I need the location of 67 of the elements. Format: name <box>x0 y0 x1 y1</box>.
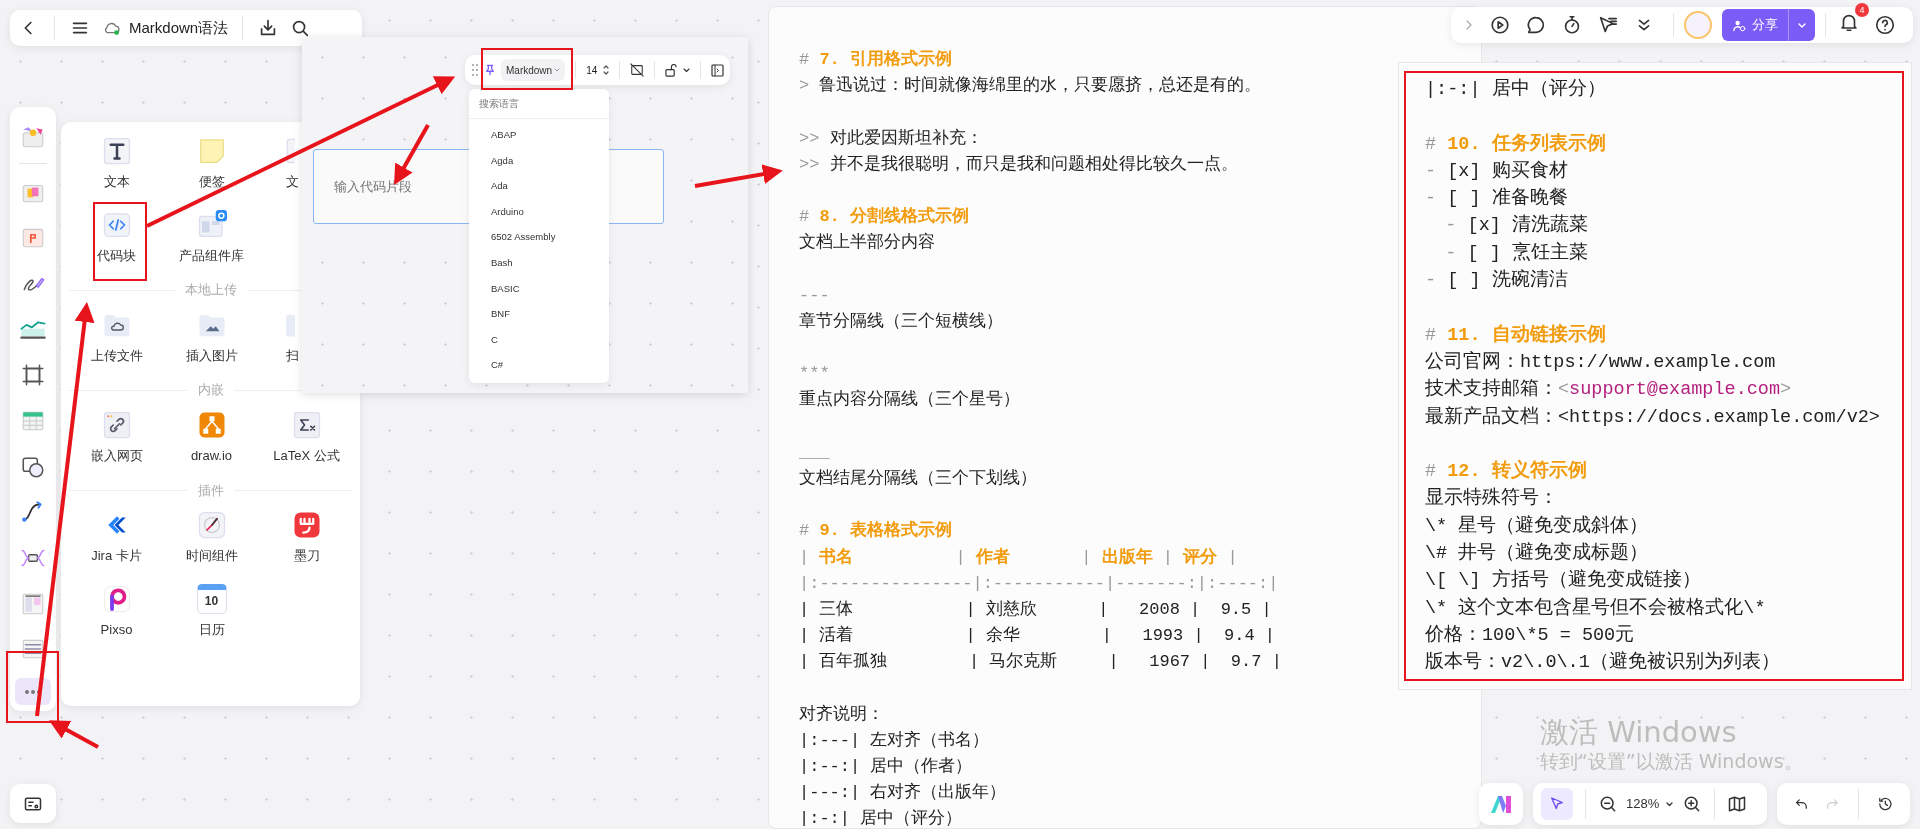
task-box-markup: [x] <box>1467 215 1501 237</box>
list-marker: - <box>1425 270 1437 292</box>
document-title: Markdown语法 <box>129 17 229 38</box>
quote-text: 对此爱因斯坦补充： <box>829 128 983 148</box>
task-box-markup: [ ] <box>1467 242 1501 264</box>
list-marker: - <box>1445 242 1457 264</box>
text-line: 对齐说明： <box>799 703 884 726</box>
task-text: 烹饪主菜 <box>1512 242 1588 264</box>
quote-text: 并不是我很聪明，而只是我和问题相处得比较久一点。 <box>829 154 1238 174</box>
text-line: 公司官网：https://www.example.com <box>1425 350 1776 375</box>
heading-marker: # <box>799 521 810 541</box>
text-line: |:--:| 居中（作者） <box>799 756 973 779</box>
list-marker: - <box>1445 215 1457 237</box>
text-line: 重点内容分隔线（三个星号） <box>799 388 1020 412</box>
heading-text: 12. 转义符示例 <box>1447 461 1587 483</box>
quote-text: 鲁迅说过：时间就像海绵里的水，只要愿挤，总还是有的。 <box>819 76 1262 96</box>
table-row-markup: | 三体 | 刘慈欣 | 2008 | 9.5 | <box>799 598 1272 621</box>
text-line: \# 井号（避免变成标题） <box>1425 541 1649 567</box>
task-box-markup: [ ] <box>1447 270 1481 292</box>
heading-marker: # <box>1425 461 1437 483</box>
task-box-markup: [x] <box>1447 160 1481 182</box>
task-text: 购买食材 <box>1491 160 1568 182</box>
heading-text: 9. 表格格式示例 <box>819 521 952 541</box>
heading-marker: # <box>1425 133 1437 155</box>
quote-marker: > <box>799 76 810 96</box>
list-marker: - <box>1425 188 1437 210</box>
text-line: 价格：100\*5 = 500元 <box>1425 623 1635 648</box>
list-marker: - <box>1425 160 1437 182</box>
heading-marker: # <box>799 50 810 69</box>
text-line: 版本号：v2\.0\.1（避免被识别为列表） <box>1425 650 1780 676</box>
text-line: \[ \] 方括号（避免变成链接） <box>1425 568 1701 594</box>
rule-markup: ___ <box>799 441 830 464</box>
table-row-markup: | 活着 | 余华 | 1993 | 9.4 | <box>799 624 1276 648</box>
table-separator-markup: |:---------------|:-----------|-------:|:----:| <box>799 572 1279 595</box>
heading-marker: # <box>1425 324 1437 346</box>
text-line: 文档上半部分内容 <box>799 231 935 255</box>
text-line: |---:| 右对齐（出版年） <box>799 781 1007 805</box>
text-line: \* 这个文本包含星号但不会被格式化\* <box>1425 596 1766 621</box>
text-line: |:-:| 居中（评分） <box>1425 77 1606 102</box>
text-line: |:---| 左对齐（书名） <box>799 729 990 752</box>
heading-text: 11. 自动链接示例 <box>1447 324 1606 346</box>
quote-marker: >> <box>799 128 820 148</box>
heading-text: 10. 任务列表示例 <box>1447 133 1606 155</box>
task-text: 洗碗清洁 <box>1491 270 1568 292</box>
notification-count: 4 <box>1855 2 1869 17</box>
heading-marker: # <box>799 207 810 227</box>
table-row-markup: | 百年孤独 | 马尔克斯 | 1967 | 9.7 | <box>799 651 1282 674</box>
link-label: 技术支持邮箱： <box>1425 379 1558 401</box>
calendar-date: 10 <box>204 593 219 611</box>
text-line: 最新产品文档：<https://docs.example.com/v2> <box>1425 405 1880 430</box>
heading-text: 8. 分割线格式示例 <box>819 207 969 227</box>
text-line: |:-:| 居中（评分） <box>799 808 963 828</box>
text-line: \* 星号（避免变成斜体） <box>1425 514 1649 539</box>
rule-markup: *** <box>799 363 830 386</box>
table-header-markup: | 书名 | 作者 | 出版年 | 评分 | <box>799 546 1238 569</box>
task-text: 清洗蔬菜 <box>1512 215 1588 237</box>
rule-markup: --- <box>799 284 830 307</box>
activation-hint: 转到“设置”以激活 Windows。 <box>1540 749 1803 773</box>
activation-title: 激活 Windows <box>1540 715 1738 749</box>
quote-marker: >> <box>799 154 820 174</box>
text-line: 章节分隔线（三个短横线） <box>799 310 1003 333</box>
task-text: 准备晚餐 <box>1491 188 1568 210</box>
text-line: 文档结尾分隔线（三个下划线） <box>799 468 1037 490</box>
text-line: 显示特殊符号： <box>1425 486 1558 512</box>
task-box-markup: [ ] <box>1447 188 1481 210</box>
heading-text: 7. 引用格式示例 <box>819 50 952 69</box>
section-heading: 插件 <box>69 481 352 501</box>
